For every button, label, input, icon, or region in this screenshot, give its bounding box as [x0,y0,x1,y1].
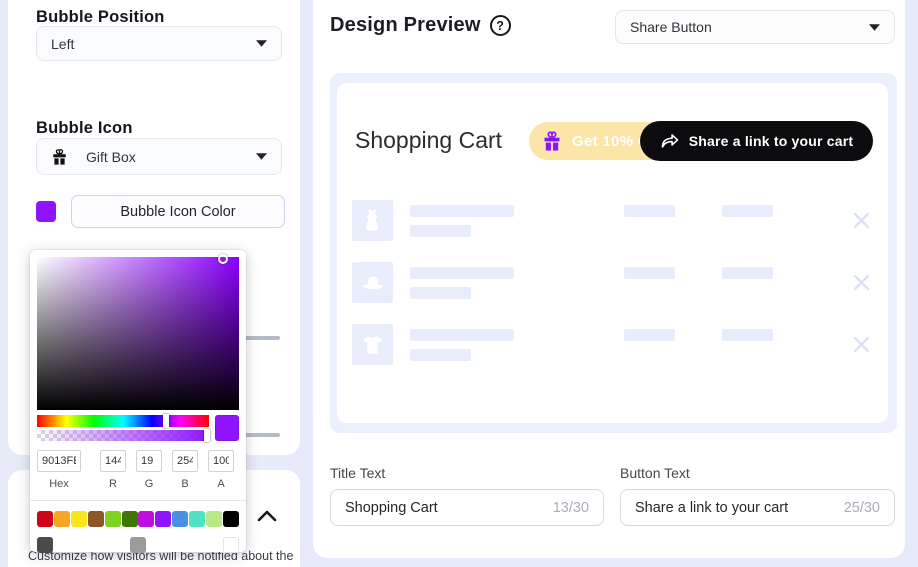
gift-box-icon [53,148,66,165]
chevron-down-icon [256,153,267,160]
app-stage: Bubble Position Left Bubble Icon Gift Bo… [0,0,918,567]
tshirt-icon [363,335,382,354]
blue-input[interactable] [172,450,198,472]
button-char-counter: 25/30 [843,499,880,516]
cart-item-row [352,262,873,303]
chevron-up-icon[interactable] [256,506,278,526]
remove-item-icon[interactable] [852,273,871,292]
preview-type-value: Share Button [630,19,712,35]
chevron-down-icon [256,40,267,47]
preset-color-swatch[interactable] [222,511,239,527]
placeholder-bar [624,267,675,279]
cart-item-row [352,324,873,365]
title-text-input[interactable] [345,499,545,516]
alpha-slider[interactable] [37,429,210,442]
alpha-slider-handle[interactable] [203,429,210,442]
product-thumbnail [352,262,393,303]
placeholder-bar [722,267,773,279]
cart-preview-box: Shopping Cart Get 10% Off Share a link t… [330,73,897,433]
current-color-swatch [215,415,239,441]
share-arrow-icon [661,134,679,148]
hex-label: Hex [49,478,69,490]
preset-swatch-grid [37,511,239,553]
remove-item-icon[interactable] [852,211,871,230]
placeholder-bar [624,329,675,341]
placeholder-bar [410,349,471,361]
preset-color-swatch[interactable] [87,511,104,527]
alpha-gradient [37,430,209,441]
red-label: R [109,478,117,490]
cart-item-row [352,200,873,241]
title-text-field-wrap: 13/30 [330,489,604,526]
preset-color-swatch[interactable] [130,537,146,553]
cart-preview-window: Shopping Cart Get 10% Off Share a link t… [337,83,888,423]
help-icon[interactable]: ? [489,15,511,36]
preset-color-swatch[interactable] [189,511,206,527]
hue-slider-handle[interactable] [162,414,169,428]
blue-label: B [181,478,189,490]
placeholder-bar [722,205,773,217]
preview-type-dropdown[interactable]: Share Button [615,10,895,44]
preset-color-swatch[interactable] [138,511,155,527]
hex-input[interactable] [37,450,81,472]
placeholder-bar [410,287,471,299]
product-thumbnail [352,200,393,241]
bubble-position-dropdown[interactable]: Left [36,26,282,61]
saturation-pointer[interactable] [217,253,228,264]
title-char-counter: 13/30 [552,499,589,516]
preset-color-swatch[interactable] [53,511,70,527]
gift-box-icon [544,131,560,151]
preset-color-swatch[interactable] [70,511,87,527]
placeholder-bar [410,267,514,279]
preset-color-swatch[interactable] [104,511,121,527]
placeholder-bar [410,205,514,217]
placeholder-bar [722,329,773,341]
bubble-icon-heading: Bubble Icon [36,119,133,137]
bubble-icon-color-swatch[interactable] [36,201,56,222]
share-button-label: Share a link to your cart [688,133,854,149]
page-title: Design Preview [330,14,481,36]
green-label: G [144,478,154,490]
preset-color-swatch[interactable] [121,511,138,527]
bubble-icon-color-button[interactable]: Bubble Icon Color [71,195,285,228]
cart-preview-title: Shopping Cart [355,127,503,153]
color-picker-popup: Hex R G B A [30,250,246,553]
alpha-input[interactable] [208,450,234,472]
bubble-icon-value: Gift Box [86,148,136,165]
red-input[interactable] [100,450,126,472]
preset-color-swatch[interactable] [37,537,53,553]
bubble-position-value: Left [51,35,75,52]
button-text-field-wrap: 25/30 [620,489,895,526]
saturation-area[interactable] [37,253,239,410]
preset-color-swatch[interactable] [155,511,172,527]
share-cart-button[interactable]: Share a link to your cart [640,121,873,161]
bubble-icon-dropdown[interactable]: Gift Box [36,138,282,175]
preset-color-swatch[interactable] [223,537,239,553]
placeholder-bar [624,205,675,217]
design-preview-title-row: Design Preview ? [330,14,511,37]
preset-color-swatch[interactable] [172,511,189,527]
product-thumbnail [352,324,393,365]
bubble-position-heading: Bubble Position [36,8,165,26]
placeholder-bar [410,329,514,341]
title-text-label: Title Text [330,465,386,481]
divider [30,500,246,501]
hue-slider[interactable] [37,414,209,428]
remove-item-icon[interactable] [852,335,871,354]
preset-color-swatch[interactable] [206,511,223,527]
button-text-label: Button Text [620,465,690,481]
placeholder-bar [410,225,471,237]
alpha-label: A [217,478,225,490]
button-text-input[interactable] [635,499,836,516]
chevron-down-icon [869,23,880,31]
hat-icon [362,275,383,289]
green-input[interactable] [136,450,162,472]
dress-icon [365,209,378,231]
preset-color-swatch[interactable] [37,511,53,527]
